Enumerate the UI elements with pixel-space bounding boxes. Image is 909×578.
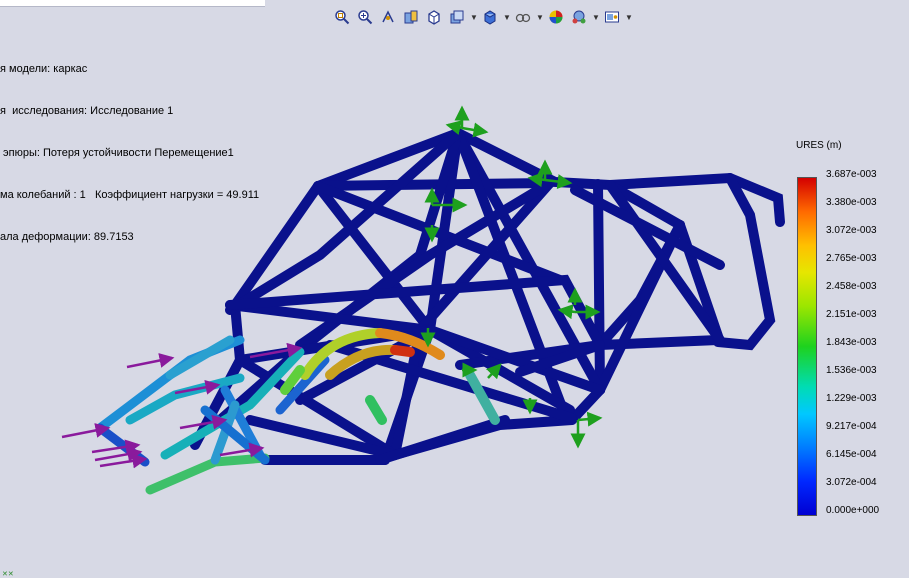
triad-marker: ✕✕: [2, 571, 14, 578]
legend-tick: 1.536e-003: [826, 365, 877, 376]
legend-tick: 3.380e-003: [826, 197, 877, 208]
view-settings-icon[interactable]: [602, 7, 622, 27]
zoom-to-area-icon[interactable]: [355, 7, 375, 27]
legend-tick: 2.765e-003: [826, 253, 877, 264]
legend-tick: 1.229e-003: [826, 393, 877, 404]
legend-tick: 3.072e-004: [826, 477, 877, 488]
front-nose-tubes: [95, 335, 330, 495]
study-name-line: я исследования: Исследование 1: [0, 105, 174, 117]
zoom-to-fit-icon[interactable]: [332, 7, 352, 27]
edit-appearance-icon[interactable]: [513, 7, 533, 27]
legend-tick: 1.843e-003: [826, 337, 877, 348]
hide-show-items-icon[interactable]: [480, 7, 500, 27]
study-info-block: я модели: каркас я исследования: Исследо…: [0, 34, 259, 258]
legend-tick: 3.072e-003: [826, 225, 877, 236]
section-view-icon[interactable]: [401, 7, 421, 27]
mode-shape-line: ма колебаний : 1 Коэффициент нагрузки = …: [0, 189, 260, 201]
legend-tick: 0.000e+000: [826, 505, 880, 516]
edit-appearance-caret-icon[interactable]: ▼: [536, 13, 544, 22]
display-style-caret-icon[interactable]: ▼: [470, 13, 478, 22]
legend-tick: 9.217e-004: [826, 421, 877, 432]
model-name-line: я модели: каркас: [0, 63, 88, 75]
legend-title: URES (m): [796, 140, 842, 151]
legend-tick: 6.145e-004: [826, 449, 877, 460]
display-style-icon[interactable]: [447, 7, 467, 27]
deformation-scale-line: ала деформации: 89.7153: [0, 231, 134, 243]
apply-scene-icon[interactable]: [546, 7, 566, 27]
legend-tick: 2.458e-003: [826, 281, 877, 292]
render-tools-caret-icon[interactable]: ▼: [592, 13, 600, 22]
legend-tick: 3.687e-003: [826, 169, 877, 180]
legend-color-bar: [797, 177, 817, 516]
hide-show-caret-icon[interactable]: ▼: [503, 13, 511, 22]
view-orientation-icon[interactable]: [424, 7, 444, 27]
view-settings-caret-icon[interactable]: ▼: [625, 13, 633, 22]
heads-up-view-toolbar: ▼ ▼ ▼ ▼ ▼: [332, 6, 633, 28]
plot-type-line: эпюры: Потеря устойчивости Перемещение1: [0, 147, 234, 159]
previous-view-icon[interactable]: [378, 7, 398, 27]
render-tools-icon[interactable]: [569, 7, 589, 27]
legend-tick: 2.151e-003: [826, 309, 877, 320]
